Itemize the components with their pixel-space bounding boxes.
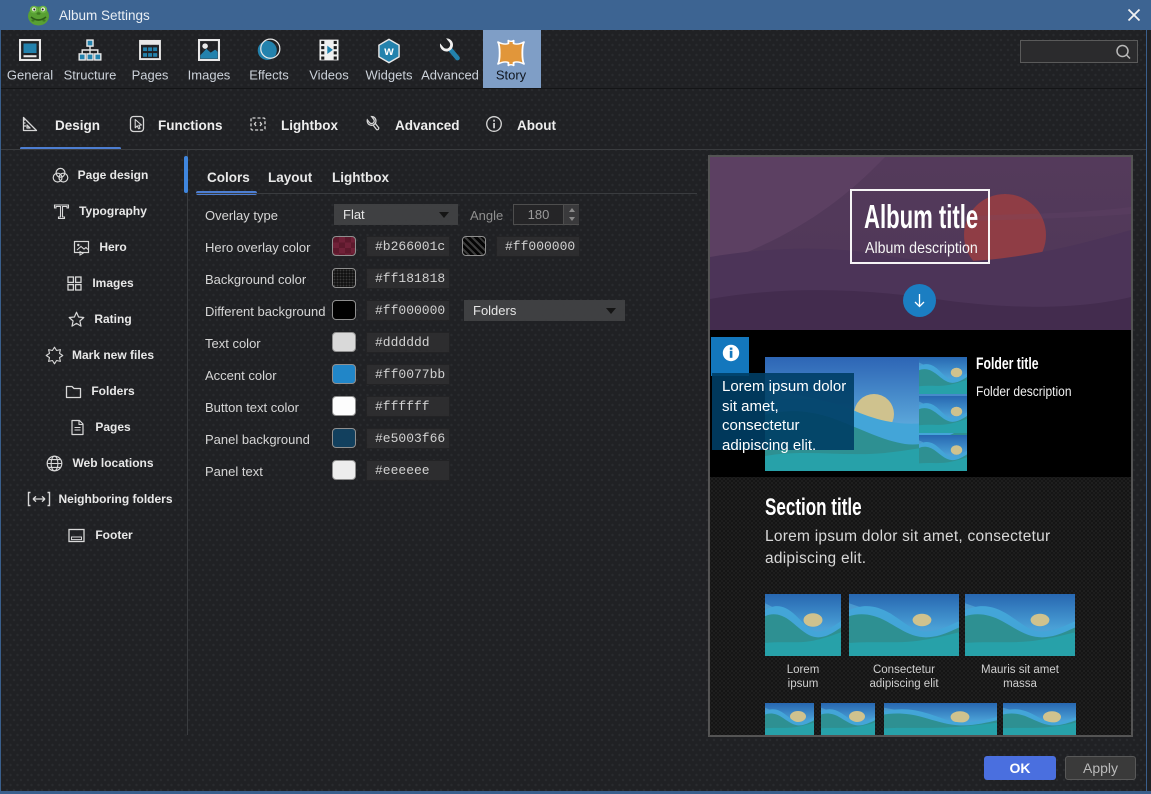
svg-text:w: w: [383, 44, 394, 58]
